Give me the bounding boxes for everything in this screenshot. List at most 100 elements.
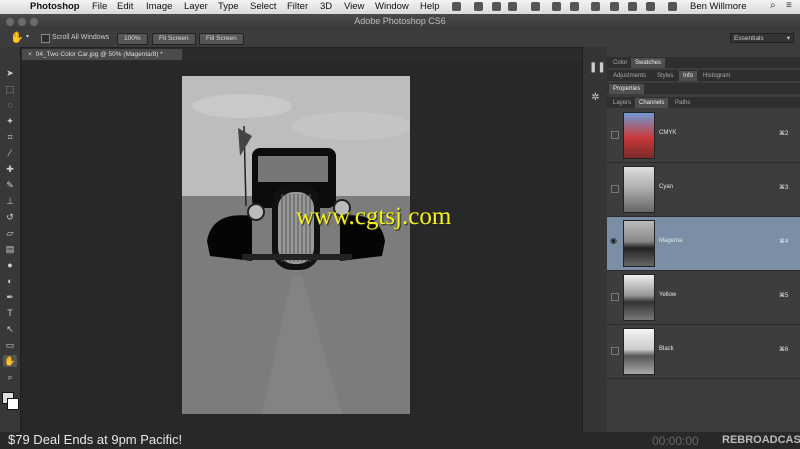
menu-edit[interactable]: Edit <box>117 1 133 12</box>
rectangle-tool-icon[interactable]: ▭ <box>3 339 17 351</box>
volume-icon[interactable] <box>628 2 637 11</box>
document-tab[interactable]: × 04_Two Color Car.jpg @ 50% (Magenta/8) … <box>22 49 182 60</box>
menu-app-name[interactable]: Photoshop <box>30 1 80 12</box>
hand-tool-icon[interactable]: ✋ <box>3 355 17 367</box>
tab-color[interactable]: Color <box>609 58 631 68</box>
crop-tool-icon[interactable]: ⌗ <box>3 131 17 143</box>
clock-icon[interactable] <box>552 2 561 11</box>
blur-tool-icon[interactable]: ● <box>3 259 17 271</box>
tab-swatches[interactable]: Swatches <box>631 58 666 68</box>
pen-tool-icon[interactable]: ✒ <box>3 291 17 303</box>
tab-channels[interactable]: Channels <box>635 98 669 108</box>
channel-thumbnail <box>623 328 655 375</box>
scroll-all-checkbox[interactable] <box>41 34 50 43</box>
menu-window[interactable]: Window <box>375 1 409 12</box>
rebroadcast-label: REBROADCAST <box>722 434 800 446</box>
hand-tool-icon[interactable]: ✋ <box>10 31 24 44</box>
zoom-window-button[interactable] <box>30 18 38 26</box>
dodge-tool-icon[interactable]: ◐ <box>3 275 17 287</box>
close-window-button[interactable] <box>6 18 14 26</box>
menu-type[interactable]: Type <box>218 1 239 12</box>
channel-name: Black <box>659 346 674 352</box>
channel-shortcut: ⌘4 <box>779 239 789 245</box>
minimize-window-button[interactable] <box>18 18 26 26</box>
actions-panel-icon[interactable]: ✲ <box>589 91 602 104</box>
channel-name: CMYK <box>659 130 677 136</box>
zoom-tool-icon[interactable]: ⌕ <box>3 371 17 383</box>
channel-name: Magenta <box>659 238 683 244</box>
display-icon[interactable] <box>591 2 600 11</box>
layers-panel-tabs: Layers Channels Paths <box>607 97 800 108</box>
status-icon[interactable] <box>492 2 501 11</box>
channel-row-magenta[interactable]: ◉ Magenta ⌘4 <box>607 217 800 271</box>
menu-image[interactable]: Image <box>146 1 172 12</box>
document-image[interactable] <box>182 76 410 414</box>
tab-histogram[interactable]: Histogram <box>699 71 734 81</box>
menu-filter[interactable]: Filter <box>287 1 308 12</box>
channel-row-yellow[interactable]: Yellow ⌘5 <box>607 271 800 325</box>
visibility-toggle[interactable] <box>611 131 619 139</box>
menu-file[interactable]: File <box>92 1 107 12</box>
wifi-icon[interactable] <box>668 2 677 11</box>
move-tool-icon[interactable]: ➤ <box>3 67 17 79</box>
fit-screen-button[interactable]: Fit Screen <box>152 33 196 45</box>
close-tab-icon[interactable]: × <box>28 51 32 58</box>
menu-layer[interactable]: Layer <box>184 1 208 12</box>
brush-tool-icon[interactable]: ✎ <box>3 179 17 191</box>
menu-help[interactable]: Help <box>420 1 440 12</box>
bluetooth-icon[interactable] <box>570 2 579 11</box>
fill-screen-button[interactable]: Fill Screen <box>199 33 244 45</box>
marquee-tool-icon[interactable]: ⬚ <box>3 83 17 95</box>
tab-paths[interactable]: Paths <box>671 98 694 108</box>
channel-thumbnail <box>623 274 655 321</box>
eye-icon[interactable]: ◉ <box>610 236 617 245</box>
menu-view[interactable]: View <box>344 1 364 12</box>
tab-properties[interactable]: Properties <box>609 84 645 94</box>
color-panel-tabs: Color Swatches <box>607 57 800 68</box>
tab-layers[interactable]: Layers <box>609 98 635 108</box>
background-color-swatch[interactable] <box>7 398 19 410</box>
tab-info[interactable]: Info <box>679 71 698 81</box>
workspace-switcher[interactable]: Essentials ▾ <box>730 33 794 43</box>
gradient-tool-icon[interactable]: ▤ <box>3 243 17 255</box>
menu-user[interactable]: Ben Willmore <box>690 1 747 12</box>
status-icon[interactable] <box>610 2 619 11</box>
tool-preset-dropdown[interactable]: ▾ <box>26 33 29 40</box>
channel-shortcut: ⌘3 <box>779 185 789 191</box>
channel-thumbnail <box>623 220 655 267</box>
history-panel-icon[interactable]: ❚❚ <box>589 61 606 74</box>
battery-icon[interactable] <box>646 2 655 11</box>
channel-shortcut: ⌘2 <box>779 131 789 137</box>
search-icon[interactable]: ⌕ <box>770 0 779 11</box>
healing-brush-tool-icon[interactable]: ✚ <box>3 163 17 175</box>
status-icon[interactable] <box>531 2 540 11</box>
promo-overlay-bar: $79 Deal Ends at 9pm Pacific! 00:00:00 R… <box>0 432 800 449</box>
zoom-100-button[interactable]: 100% <box>117 33 148 45</box>
properties-panel-tabs: Properties <box>607 83 800 94</box>
window-title: Adobe Photoshop CS6 <box>354 16 446 26</box>
glasses-icon[interactable] <box>508 2 517 11</box>
eyedropper-tool-icon[interactable]: ⁄ <box>3 147 17 159</box>
menu-3d[interactable]: 3D <box>320 1 332 12</box>
visibility-toggle[interactable] <box>611 347 619 355</box>
channel-row-cmyk[interactable]: CMYK ⌘2 <box>607 109 800 163</box>
magic-wand-tool-icon[interactable]: ✦ <box>3 115 17 127</box>
path-selection-tool-icon[interactable]: ↖ <box>3 323 17 335</box>
visibility-toggle[interactable] <box>611 185 619 193</box>
tab-adjustments[interactable]: Adjustments <box>609 71 650 81</box>
lasso-tool-icon[interactable]: ◌ <box>3 99 17 111</box>
visibility-toggle[interactable] <box>611 293 619 301</box>
channel-row-black[interactable]: Black ⌘6 <box>607 325 800 379</box>
type-tool-icon[interactable]: T <box>3 307 17 319</box>
menu-select[interactable]: Select <box>250 1 276 12</box>
eraser-tool-icon[interactable]: ▱ <box>3 227 17 239</box>
calendar-icon[interactable] <box>474 2 483 11</box>
status-icon[interactable] <box>452 2 461 11</box>
deal-banner-text: $79 Deal Ends at 9pm Pacific! <box>8 432 183 447</box>
history-brush-tool-icon[interactable]: ↺ <box>3 211 17 223</box>
tab-styles[interactable]: Styles <box>653 71 677 81</box>
workspace-label: Essentials <box>734 35 764 42</box>
clone-stamp-tool-icon[interactable]: ⊥ <box>3 195 17 207</box>
channel-row-cyan[interactable]: Cyan ⌘3 <box>607 163 800 217</box>
list-icon[interactable]: ≡ <box>786 0 795 11</box>
